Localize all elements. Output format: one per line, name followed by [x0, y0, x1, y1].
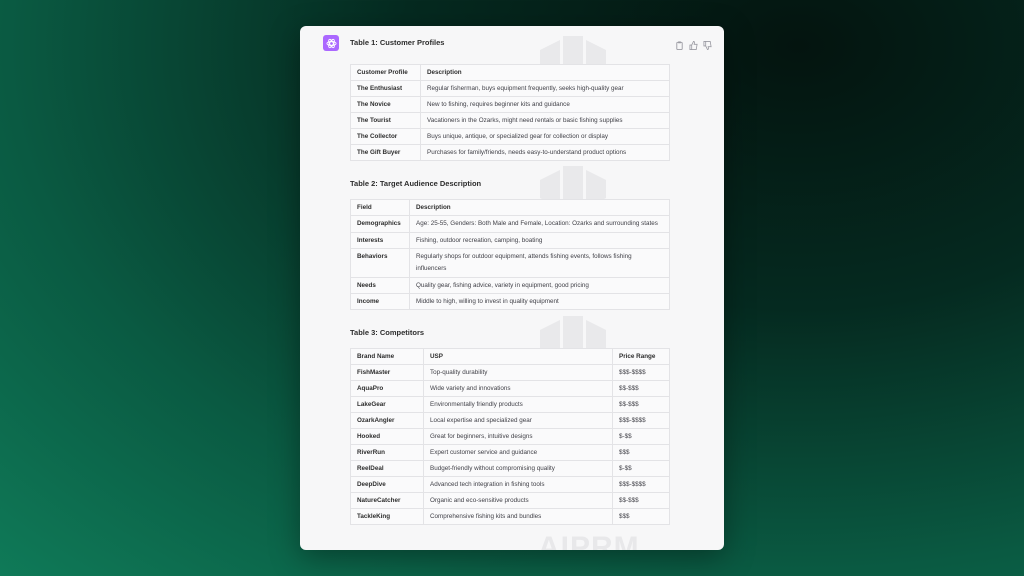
price-range-cell: $$-$$$	[612, 492, 670, 509]
field-name-cell: Demographics	[350, 215, 410, 233]
table-header-row: Customer Profile Description	[350, 64, 670, 81]
table-row: The Gift Buyer Purchases for family/frien…	[350, 144, 670, 161]
usp-cell: Great for beginners, intuitive designs	[423, 428, 613, 445]
usp-cell: Environmentally friendly products	[423, 396, 613, 413]
thumbs-down-icon[interactable]	[703, 37, 712, 50]
brand-name-cell: FishMaster	[350, 364, 424, 381]
usp-cell: Comprehensive fishing kits and bundles	[423, 508, 613, 525]
table1-title: Table 1: Customer Profiles	[350, 38, 445, 47]
brand-name-cell: ReelDeal	[350, 460, 424, 477]
column-header: Brand Name	[350, 348, 424, 365]
openai-logo-icon	[323, 35, 339, 51]
brand-name-cell: TackleKing	[350, 508, 424, 525]
table-row: Behaviors Regularly shops for outdoor equ…	[350, 248, 670, 278]
table-row: The Enthusiast Regular fisherman, buys eq…	[350, 80, 670, 97]
column-header: USP	[423, 348, 613, 365]
profile-name-cell: The Tourist	[350, 112, 421, 129]
price-range-cell: $$$-$$$$	[612, 412, 670, 429]
field-name-cell: Needs	[350, 277, 410, 294]
price-range-cell: $$$-$$$$	[612, 476, 670, 493]
customer-profiles-table: Customer Profile Description The Enthusi…	[350, 64, 670, 161]
table-row: ReelDeal Budget-friendly without compromi…	[350, 460, 670, 477]
table-row: NatureCatcher Organic and eco-sensitive p…	[350, 492, 670, 509]
thumbs-up-icon[interactable]	[689, 37, 698, 50]
usp-cell: Top-quality durability	[423, 364, 613, 381]
usp-cell: Budget-friendly without compromising qua…	[423, 460, 613, 477]
field-name-cell: Interests	[350, 232, 410, 249]
price-range-cell: $$-$$$	[612, 396, 670, 413]
message-actions	[675, 37, 712, 50]
chat-message-card: AIPRM AIPRM AIPRM AIPRM Table 1: Custome…	[300, 26, 724, 550]
table-row: TackleKing Comprehensive fishing kits and…	[350, 508, 670, 525]
price-range-cell: $$$	[612, 444, 670, 461]
column-header: Description	[409, 199, 670, 216]
field-name-cell: Behaviors	[350, 248, 410, 278]
description-cell: Age: 25-55, Genders: Both Male and Femal…	[409, 215, 670, 233]
price-range-cell: $$-$$$	[612, 380, 670, 397]
table-row: Hooked Great for beginners, intuitive des…	[350, 428, 670, 445]
profile-name-cell: The Enthusiast	[350, 80, 421, 97]
description-cell: Quality gear, fishing advice, variety in…	[409, 277, 670, 294]
table-row: Interests Fishing, outdoor recreation, ca…	[350, 232, 670, 249]
brand-name-cell: DeepDive	[350, 476, 424, 493]
price-range-cell: $-$$	[612, 428, 670, 445]
table-row: RiverRun Expert customer service and guid…	[350, 444, 670, 461]
price-range-cell: $$$	[612, 508, 670, 525]
brand-name-cell: NatureCatcher	[350, 492, 424, 509]
table-row: The Collector Buys unique, antique, or sp…	[350, 128, 670, 145]
column-header: Customer Profile	[350, 64, 421, 81]
message-content: Customer Profile Description The Enthusi…	[350, 64, 670, 525]
price-range-cell: $$$-$$$$	[612, 364, 670, 381]
description-cell: Fishing, outdoor recreation, camping, bo…	[409, 232, 670, 249]
target-audience-table: Field Description Demographics Age: 25-55…	[350, 199, 670, 310]
table-row: FishMaster Top-quality durability $$$-$$$$	[350, 364, 670, 381]
brand-name-cell: RiverRun	[350, 444, 424, 461]
profile-name-cell: The Gift Buyer	[350, 144, 421, 161]
table-row: DeepDive Advanced tech integration in fis…	[350, 476, 670, 493]
aiprm-watermark-text: AIPRM	[538, 531, 640, 550]
table-header-row: Brand Name USP Price Range	[350, 348, 670, 365]
price-range-cell: $-$$	[612, 460, 670, 477]
table2-title: Table 2: Target Audience Description	[350, 179, 482, 188]
description-cell: Buys unique, antique, or specialized gea…	[420, 128, 670, 145]
usp-cell: Expert customer service and guidance	[423, 444, 613, 461]
brand-name-cell: AquaPro	[350, 380, 424, 397]
description-cell: New to fishing, requires beginner kits a…	[420, 96, 670, 113]
profile-name-cell: The Collector	[350, 128, 421, 145]
table-row: AquaPro Wide variety and innovations $$-$$…	[350, 380, 670, 397]
brand-name-cell: Hooked	[350, 428, 424, 445]
table-row: Needs Quality gear, fishing advice, varie…	[350, 277, 670, 294]
column-header: Description	[420, 64, 670, 81]
brand-name-cell: OzarkAngler	[350, 412, 424, 429]
table-header-row: Field Description	[350, 199, 670, 216]
description-cell: Purchases for family/friends, needs easy…	[420, 144, 670, 161]
usp-cell: Organic and eco-sensitive products	[423, 492, 613, 509]
usp-cell: Local expertise and specialized gear	[423, 412, 613, 429]
description-cell: Vacationers in the Ozarks, might need re…	[420, 112, 670, 129]
table3-title: Table 3: Competitors	[350, 328, 425, 337]
table-row: OzarkAngler Local expertise and specializ…	[350, 412, 670, 429]
table-row: LakeGear Environmentally friendly product…	[350, 396, 670, 413]
table-row: Income Middle to high, willing to invest …	[350, 293, 670, 310]
brand-name-cell: LakeGear	[350, 396, 424, 413]
table-row: The Tourist Vacationers in the Ozarks, mi…	[350, 112, 670, 129]
clipboard-icon[interactable]	[675, 37, 684, 50]
description-cell: Middle to high, willing to invest in qua…	[409, 293, 670, 310]
table-row: Demographics Age: 25-55, Genders: Both Ma…	[350, 215, 670, 233]
description-cell: Regularly shops for outdoor equipment, a…	[409, 248, 670, 278]
column-header: Price Range	[612, 348, 670, 365]
column-header: Field	[350, 199, 410, 216]
field-name-cell: Income	[350, 293, 410, 310]
usp-cell: Wide variety and innovations	[423, 380, 613, 397]
competitors-table: Brand Name USP Price Range FishMaster Top…	[350, 348, 670, 525]
profile-name-cell: The Novice	[350, 96, 421, 113]
table-row: The Novice New to fishing, requires begin…	[350, 96, 670, 113]
usp-cell: Advanced tech integration in fishing too…	[423, 476, 613, 493]
description-cell: Regular fisherman, buys equipment freque…	[420, 80, 670, 97]
